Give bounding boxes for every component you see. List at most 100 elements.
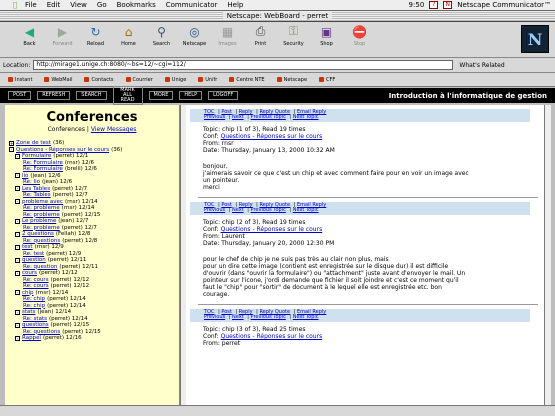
stop-button[interactable]: ⛔ Stop	[344, 24, 375, 48]
collapse-icon[interactable]: -	[15, 309, 20, 315]
message-nav-link[interactable]: Next Topic	[293, 114, 319, 120]
message-from: From: perret	[203, 340, 241, 347]
menu-file[interactable]: File	[25, 1, 37, 9]
menu-help[interactable]: Help	[227, 1, 243, 9]
reload-icon: ↻	[90, 24, 101, 39]
netscape-button[interactable]: ◎ Netscape	[179, 24, 210, 48]
message-frame: TOC | Post | Reply | Reply Quote | Email…	[186, 105, 544, 405]
logoff-button[interactable]: LOGOFF	[208, 91, 239, 100]
bookmark-centre-nte[interactable]: Centre NTE	[229, 77, 265, 83]
security-button[interactable]: ⚿ Security	[278, 24, 309, 47]
help-balloon-icon[interactable]: ?	[429, 1, 439, 9]
search-board-button[interactable]: SEARCH	[76, 91, 107, 100]
bookmark-instant[interactable]: Instant	[8, 77, 32, 83]
more-button[interactable]: MORE	[148, 91, 174, 100]
url-field[interactable]: http://mirage1.unige.ch:8080/~bs=12/~cgi…	[33, 60, 454, 70]
application-name[interactable]: Netscape Communicator™	[457, 1, 551, 9]
collapse-icon[interactable]: -	[15, 322, 20, 328]
menu-bookmarks[interactable]: Bookmarks	[117, 1, 156, 9]
collapse-icon[interactable]: -	[15, 218, 20, 224]
bookmark-icon	[44, 77, 50, 82]
message-nav-link[interactable]: Previous	[204, 207, 225, 213]
search-button[interactable]: ⚲ Search	[146, 24, 177, 48]
message-nav-link[interactable]: Previous	[204, 114, 225, 120]
bookmark-unige[interactable]: Unige	[164, 77, 186, 83]
shop-button[interactable]: ▣ Shop	[311, 24, 342, 48]
forward-button[interactable]: ▶ Forward	[47, 24, 78, 48]
message-conf-link[interactable]: Questions - Réponses sur le cours	[221, 333, 323, 340]
message-nav: TOC | Post | Reply | Reply Quote | Email…	[190, 309, 530, 322]
message-body-line: un pointeur.	[203, 177, 240, 184]
message-nav-link[interactable]: Next Topic	[293, 207, 319, 213]
bookmark-contacts[interactable]: Contacts	[84, 77, 114, 83]
collapse-icon[interactable]: -	[15, 231, 20, 237]
home-button[interactable]: ⌂ Home	[113, 24, 144, 48]
message-body: bonjour, j'aimerais savoir ce que c'est u…	[190, 163, 520, 191]
images-button[interactable]: ▦ Images	[212, 24, 243, 48]
bookmark-unifr[interactable]: Unifr	[198, 77, 217, 83]
collapse-icon[interactable]: -	[9, 147, 14, 153]
message-date: Date: Thursday, January 20, 2000 12:30 P…	[203, 240, 335, 247]
collapse-icon[interactable]: -	[15, 153, 20, 159]
message-topic: Topic: chip (1 of 3), Read 19 times	[203, 126, 306, 133]
location-bar: Location: http://mirage1.unige.ch:8080/~…	[0, 58, 555, 73]
tree-item-meta: (36)	[111, 146, 123, 153]
bookmark-icon	[229, 77, 235, 82]
menu-communicator[interactable]: Communicator	[166, 1, 218, 9]
message-body-line: pour un dire cette image (contient est e…	[203, 263, 449, 270]
menu-edit[interactable]: Edit	[47, 1, 61, 9]
netscape-logo-icon[interactable]: N	[521, 25, 549, 53]
message-nav-link[interactable]: Previous Topic	[251, 207, 286, 213]
view-messages-link[interactable]: View Messages	[91, 126, 137, 133]
bookmark-icon	[319, 77, 325, 82]
back-button[interactable]: ◀ Back	[14, 24, 45, 48]
expand-icon[interactable]: +	[9, 140, 14, 146]
post-button[interactable]: POST	[8, 91, 32, 100]
application-menu-icon[interactable]: N	[443, 1, 453, 9]
menu-go[interactable]: Go	[97, 1, 107, 9]
message-nav-link[interactable]: Next Topic	[293, 314, 319, 320]
webboard-nav: POST REFRESH SEARCH MARK ALL READ MORE H…	[0, 86, 555, 105]
window-titlebar[interactable]: Netscape: WebBoard - perret	[0, 11, 555, 22]
bookmark-courrier[interactable]: Courrier	[125, 77, 153, 83]
tree-item-link[interactable]: Rappel	[22, 335, 41, 342]
message-nav-link[interactable]: Next	[232, 114, 244, 120]
mark-all-read-button[interactable]: MARK ALL READ	[112, 86, 143, 105]
menu-view[interactable]: View	[70, 1, 87, 9]
status-bar	[0, 405, 555, 416]
refresh-button[interactable]: REFRESH	[37, 91, 71, 100]
bookmark-webmail[interactable]: WebMail	[44, 77, 72, 83]
message-header: Topic: chip (1 of 3), Read 19 times Conf:…	[190, 126, 540, 154]
collapse-icon[interactable]: -	[15, 257, 20, 263]
whats-related-button[interactable]: What's Related	[459, 62, 504, 69]
bookmark-cff[interactable]: CFF	[319, 77, 335, 83]
apple-menu-icon[interactable]: 	[10, 1, 20, 9]
right-scrollbar[interactable]	[544, 105, 551, 405]
message-nav-link[interactable]: Next	[232, 314, 244, 320]
message-header: Topic: chip (2 of 3), Read 19 times Conf:…	[190, 219, 540, 247]
message-nav-link[interactable]: Next	[232, 207, 244, 213]
message-body: pour le chef de chip je ne suis pas très…	[190, 256, 520, 298]
bookmark-netscape[interactable]: Netscape	[276, 77, 307, 83]
collapse-icon[interactable]: -	[15, 335, 20, 341]
help-button[interactable]: HELP	[179, 91, 203, 100]
personal-toolbar: Instant WebMail Contacts Courrier Unige …	[0, 73, 555, 87]
collapse-icon[interactable]: -	[15, 270, 20, 276]
message-body-line: pour le chef de chip je ne suis pas très…	[203, 256, 389, 263]
message-nav-link[interactable]: Previous Topic	[251, 114, 286, 120]
message-conf-link[interactable]: Questions - Réponses sur le cours	[221, 133, 323, 140]
collapse-icon[interactable]: -	[15, 199, 20, 205]
search-icon: ⚲	[157, 24, 166, 39]
conference-tree: + Zone de test (36) - Questions - Réponses s…	[5, 140, 179, 342]
message-conf-link[interactable]: Questions - Réponses sur le cours	[221, 226, 323, 233]
collapse-icon[interactable]: -	[15, 290, 20, 296]
collapse-icon[interactable]: -	[15, 186, 20, 192]
print-button[interactable]: ⎙ Print	[245, 24, 276, 47]
collapse-icon[interactable]: -	[15, 244, 20, 250]
message: TOC | Post | Reply | Reply Quote | Email…	[190, 109, 540, 198]
collapse-icon[interactable]: -	[15, 173, 20, 179]
message-nav-link[interactable]: Previous Topic	[251, 314, 286, 320]
printer-icon: ⎙	[255, 24, 266, 38]
message-nav-link[interactable]: Previous	[204, 314, 225, 320]
reload-button[interactable]: ↻ Reload	[80, 24, 111, 48]
